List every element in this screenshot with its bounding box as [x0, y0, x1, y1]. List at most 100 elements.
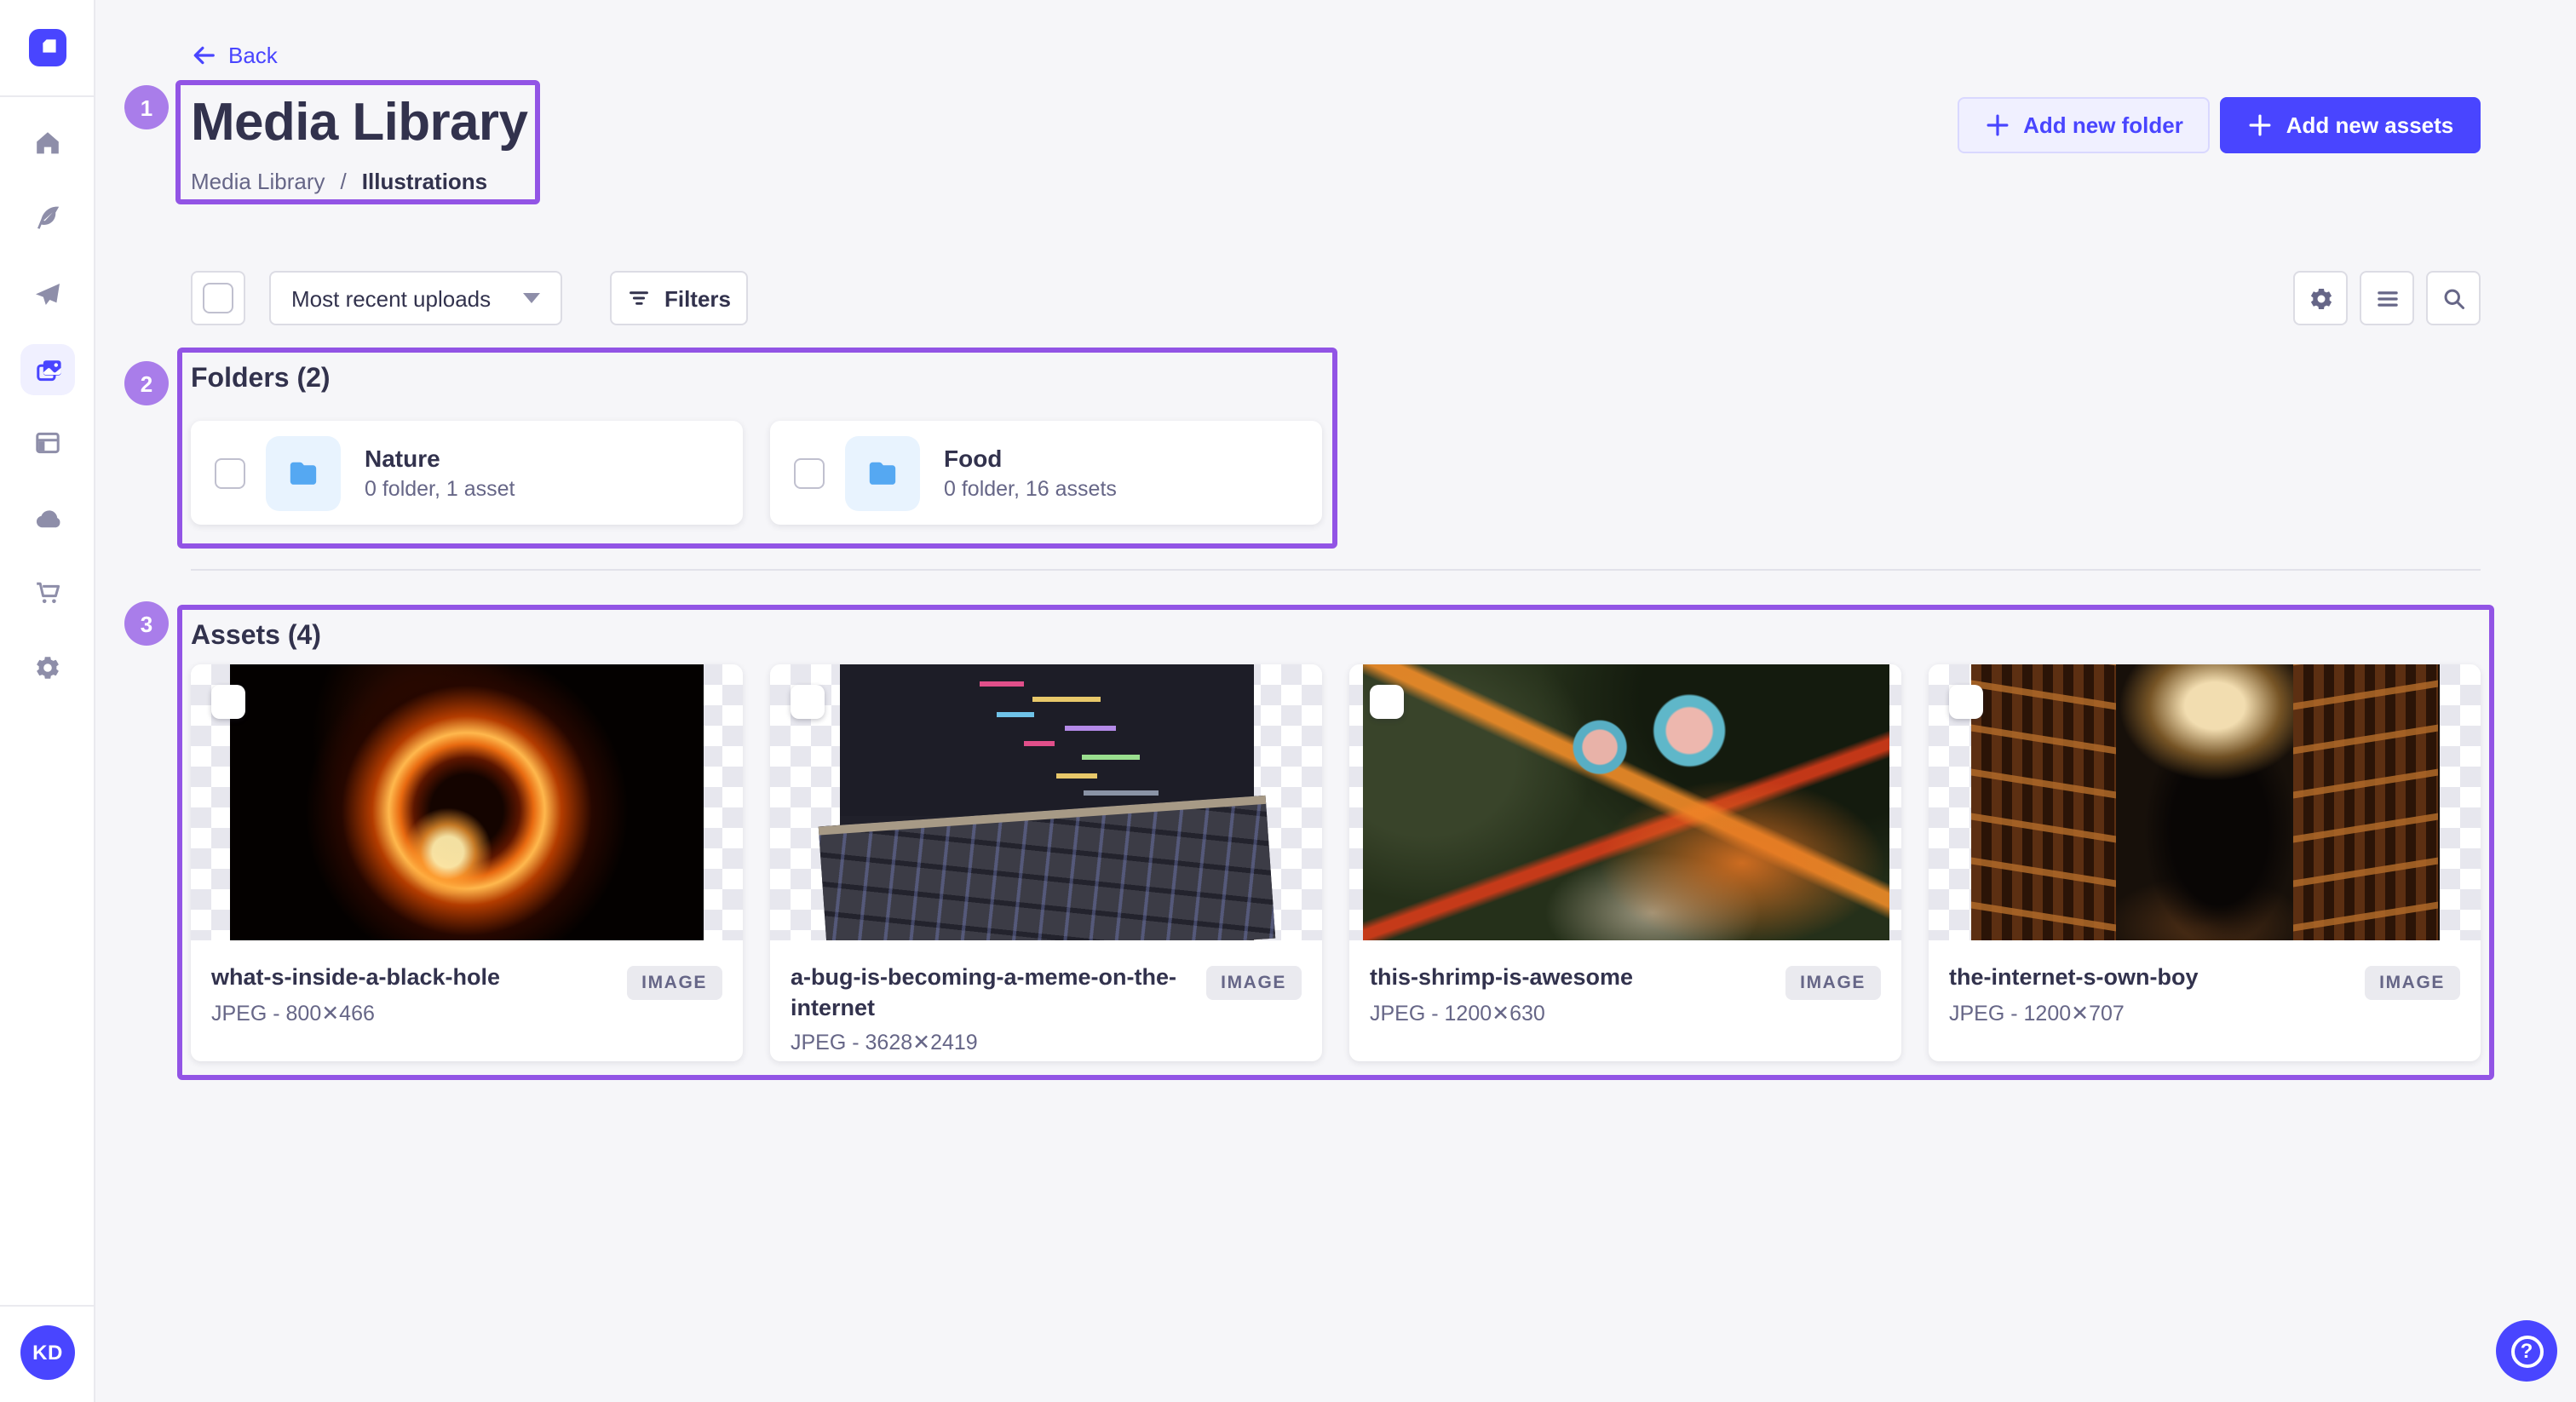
asset-footer: what-s-inside-a-black-hole JPEG - 800✕46… — [191, 940, 743, 1025]
add-new-folder-label: Add new folder — [2023, 112, 2183, 138]
list-view-icon — [2374, 285, 2400, 311]
list-view-button[interactable] — [2360, 271, 2414, 325]
folder-icon — [286, 456, 320, 490]
library-portrait-photo — [1970, 664, 2439, 940]
add-new-assets-label: Add new assets — [2286, 112, 2454, 138]
asset-type-badge: IMAGE — [1205, 966, 1302, 1000]
laptop-code-photo — [839, 664, 1253, 940]
back-label: Back — [228, 43, 278, 68]
asset-checkbox[interactable] — [211, 685, 245, 719]
main-navigation: KD — [0, 0, 95, 1402]
asset-meta: JPEG - 1200✕707 — [1949, 999, 2350, 1025]
folder-meta: 0 folder, 16 assets — [944, 477, 1117, 501]
asset-meta: JPEG - 800✕466 — [211, 999, 612, 1025]
search-button[interactable] — [2426, 271, 2481, 325]
view-settings-button[interactable] — [2293, 271, 2348, 325]
folder-info: Food 0 folder, 16 assets — [944, 445, 1117, 501]
asset-info: the-internet-s-own-boy JPEG - 1200✕707 — [1949, 962, 2350, 1025]
asset-info: what-s-inside-a-black-hole JPEG - 800✕46… — [211, 962, 612, 1025]
breadcrumb-separator: / — [341, 169, 347, 194]
select-all-checkbox[interactable] — [203, 283, 233, 313]
plus-icon — [2247, 112, 2273, 138]
black-hole-photo — [230, 664, 704, 940]
add-new-folder-button[interactable]: Add new folder — [1958, 97, 2210, 153]
help-button[interactable]: ? — [2496, 1320, 2557, 1382]
folder-card-nature[interactable]: Nature 0 folder, 1 asset — [191, 421, 743, 525]
paper-plane-icon — [34, 281, 61, 308]
sidebar-divider — [0, 95, 94, 97]
annotation-circle-2: 2 — [124, 361, 169, 405]
asset-card[interactable]: the-internet-s-own-boy JPEG - 1200✕707 I… — [1929, 664, 2481, 1061]
breadcrumb: Media Library / Illustrations — [191, 169, 487, 194]
folder-meta: 0 folder, 1 asset — [365, 477, 515, 501]
asset-info: a-bug-is-becoming-a-meme-on-the-internet… — [791, 962, 1192, 1054]
asset-info: this-shrimp-is-awesome JPEG - 1200✕630 — [1370, 962, 1771, 1025]
page-title: Media Library — [191, 92, 527, 153]
sidebar-item-content-manager[interactable] — [0, 191, 95, 245]
asset-checkbox[interactable] — [1370, 685, 1404, 719]
asset-thumbnail — [770, 664, 1322, 940]
folder-icon — [865, 456, 900, 490]
asset-checkbox[interactable] — [791, 685, 825, 719]
add-new-assets-button[interactable]: Add new assets — [2220, 97, 2481, 153]
annotation-circle-1: 1 — [124, 85, 169, 129]
asset-footer: a-bug-is-becoming-a-meme-on-the-internet… — [770, 940, 1322, 1054]
folder-icon-tile — [845, 435, 920, 510]
cart-icon — [34, 579, 61, 606]
asset-footer: this-shrimp-is-awesome JPEG - 1200✕630 I… — [1349, 940, 1901, 1025]
annotation-circle-3: 3 — [124, 601, 169, 646]
strapi-logo[interactable] — [29, 29, 66, 66]
user-avatar[interactable]: KD — [20, 1325, 75, 1380]
cloud-icon — [33, 503, 62, 532]
sidebar-footer-divider — [0, 1305, 94, 1307]
asset-thumbnail — [1349, 664, 1901, 940]
sidebar-item-deploy[interactable] — [0, 491, 95, 545]
media-library-icon — [33, 355, 62, 384]
chevron-down-icon — [523, 293, 540, 303]
breadcrumb-parent: Media Library — [191, 169, 325, 194]
folder-checkbox[interactable] — [794, 457, 825, 488]
filter-icon — [627, 286, 651, 310]
asset-type-badge: IMAGE — [2364, 966, 2460, 1000]
sort-select-value: Most recent uploads — [291, 285, 523, 311]
sidebar-item-home[interactable] — [0, 116, 95, 170]
asset-name: the-internet-s-own-boy — [1949, 962, 2350, 992]
sidebar-item-media-library-active[interactable] — [20, 344, 75, 395]
feather-icon — [34, 204, 61, 232]
asset-thumbnail — [191, 664, 743, 940]
folder-checkbox[interactable] — [215, 457, 245, 488]
layout-icon — [34, 429, 61, 457]
mantis-shrimp-photo — [1362, 664, 1889, 940]
gear-icon — [2308, 285, 2333, 311]
folder-name: Nature — [365, 445, 515, 472]
back-link[interactable]: Back — [191, 43, 278, 68]
asset-name: a-bug-is-becoming-a-meme-on-the-internet — [791, 962, 1192, 1022]
sidebar-item-marketplace[interactable] — [0, 566, 95, 620]
filters-button[interactable]: Filters — [610, 271, 748, 325]
asset-footer: the-internet-s-own-boy JPEG - 1200✕707 I… — [1929, 940, 2481, 1025]
asset-card[interactable]: a-bug-is-becoming-a-meme-on-the-internet… — [770, 664, 1322, 1061]
sidebar-item-releases[interactable] — [0, 267, 95, 322]
asset-type-badge: IMAGE — [1785, 966, 1881, 1000]
asset-checkbox[interactable] — [1949, 685, 1983, 719]
asset-type-badge: IMAGE — [626, 966, 722, 1000]
back-arrow-icon — [191, 43, 216, 68]
search-icon — [2441, 285, 2466, 311]
folder-icon-tile — [266, 435, 341, 510]
asset-card[interactable]: what-s-inside-a-black-hole JPEG - 800✕46… — [191, 664, 743, 1061]
strapi-logo-icon — [29, 29, 66, 66]
asset-thumbnail — [1929, 664, 2481, 940]
asset-name: what-s-inside-a-black-hole — [211, 962, 612, 992]
sort-select[interactable]: Most recent uploads — [269, 271, 562, 325]
home-icon — [34, 129, 61, 157]
section-divider — [191, 569, 2481, 571]
sidebar-item-content-type-builder[interactable] — [0, 416, 95, 470]
select-all-container — [191, 271, 245, 325]
folder-name: Food — [944, 445, 1117, 472]
asset-card[interactable]: this-shrimp-is-awesome JPEG - 1200✕630 I… — [1349, 664, 1901, 1061]
app-root: KD Back Media Library Media Library / Il… — [0, 0, 2576, 1402]
assets-heading: Assets (4) — [191, 622, 321, 652]
folder-card-food[interactable]: Food 0 folder, 16 assets — [770, 421, 1322, 525]
settings-gear-icon — [34, 654, 61, 681]
sidebar-item-settings[interactable] — [0, 641, 95, 695]
